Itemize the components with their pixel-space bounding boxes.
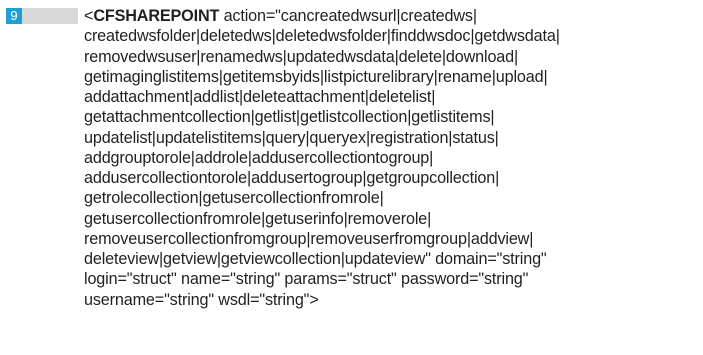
code-line: username="string" wsdl="string"> (84, 290, 319, 309)
code-line: addgrouptorole|addrole|addusercollection… (84, 148, 434, 167)
code-line: addusercollectiontorole|addusertogroup|g… (84, 169, 500, 187)
code-line: getusercollectionfromrole|getuserinfo|re… (84, 209, 432, 228)
code-block: <CFSHAREPOINT action="cancreatedwsurl|cr… (84, 6, 696, 310)
code-line: createdwsfolder|deletedws|deletedwsfolde… (84, 27, 560, 46)
code-line: updatelist|updatelistitems|query|queryex… (84, 128, 499, 147)
code-line: login="struct" name="string" params="str… (84, 270, 529, 289)
code-line: getimaginglistitems|getitemsbyids|listpi… (84, 67, 548, 86)
tag-open-bracket: < (84, 7, 94, 25)
code-line: getattachmentcollection|getlist|getlistc… (84, 108, 495, 127)
line-gutter-bar (22, 8, 78, 24)
code-line: removedwsuser|renamedws|updatedwsdata|de… (84, 47, 519, 66)
code-line: deleteview|getview|getviewcollection|upd… (84, 250, 547, 268)
code-line: addattachment|addlist|deleteattachment|d… (84, 88, 436, 106)
code-line-1-rest: action="cancreatedwsurl|createdws| (219, 7, 478, 25)
code-line: getrolecollection|getusercollectionfromr… (84, 189, 384, 208)
code-line: removeusercollectionfromgroup|removeuser… (84, 229, 534, 248)
tag-name: CFSHAREPOINT (93, 7, 220, 25)
code-line-1: <CFSHAREPOINT action="cancreatedwsurl|cr… (84, 6, 696, 26)
line-number-badge: 9 (6, 8, 22, 24)
